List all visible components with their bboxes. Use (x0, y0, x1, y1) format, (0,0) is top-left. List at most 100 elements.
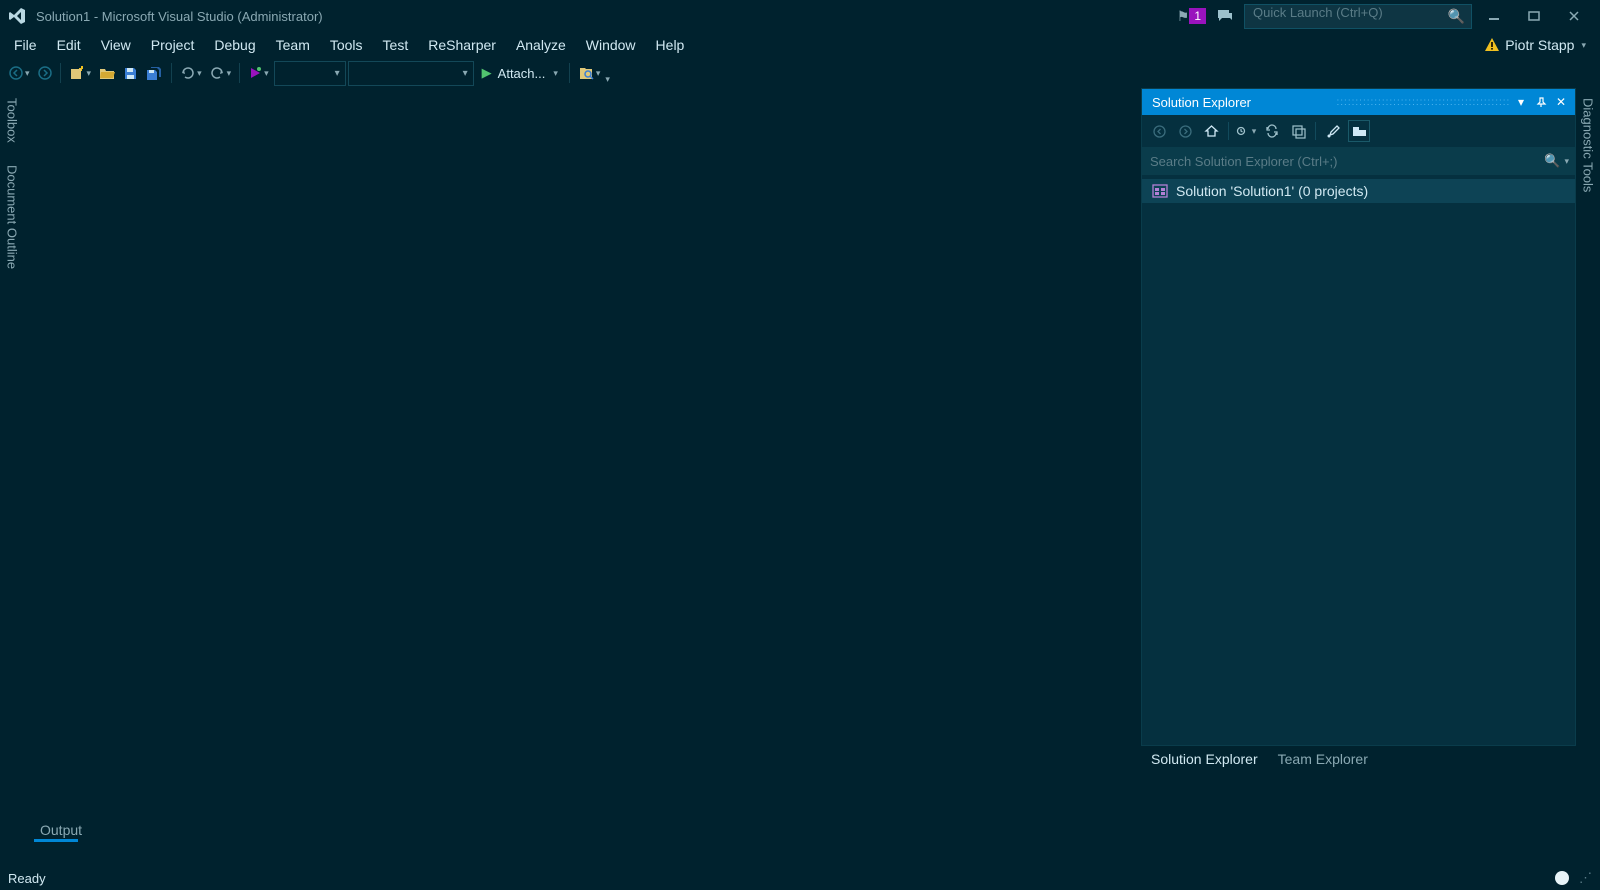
left-rail: Toolbox Document Outline (0, 88, 24, 866)
menu-team[interactable]: Team (266, 34, 320, 56)
solution-explorer-tabstrip: Solution Explorer Team Explorer (1141, 746, 1576, 772)
chevron-down-icon: ▾ (227, 68, 232, 79)
output-tab[interactable]: Output (32, 820, 90, 840)
restore-button[interactable] (1516, 2, 1552, 30)
chevron-down-icon: ▾ (25, 68, 30, 79)
flag-icon: ⚑ (1177, 8, 1190, 25)
menu-window[interactable]: Window (576, 34, 646, 56)
start-debugging-button[interactable]: ▾ (245, 61, 272, 85)
save-all-button[interactable] (143, 61, 166, 85)
sync-status-icon[interactable] (1555, 871, 1569, 885)
window-position-button[interactable]: ▾ (1511, 92, 1531, 112)
title-bar: Solution1 - Microsoft Visual Studio (Adm… (0, 0, 1600, 32)
solution-config-combo[interactable] (274, 61, 346, 86)
quick-launch-placeholder: Quick Launch (Ctrl+Q) (1253, 5, 1383, 20)
close-panel-button[interactable]: ✕ (1551, 92, 1571, 112)
back-button[interactable] (1148, 120, 1170, 142)
menu-tools[interactable]: Tools (320, 34, 373, 56)
forward-button[interactable] (1174, 120, 1196, 142)
panel-drag-handle[interactable]: ::::::::::::::::::::::::::::::::::::::::… (1337, 97, 1512, 108)
menu-bar: File Edit View Project Debug Team Tools … (0, 32, 1600, 58)
menu-analyze[interactable]: Analyze (506, 34, 576, 56)
right-rail: Diagnostic Tools (1576, 88, 1600, 866)
sync-active-document-button[interactable] (1261, 120, 1283, 142)
find-in-files-button[interactable]: ▾ (575, 61, 604, 85)
quick-launch-input[interactable]: Quick Launch (Ctrl+Q) 🔍 (1244, 4, 1472, 29)
menu-test[interactable]: Test (373, 34, 419, 56)
chevron-down-icon: ▾ (197, 68, 202, 79)
solution-tree[interactable]: Solution 'Solution1' (0 projects) (1142, 175, 1575, 745)
warning-icon (1484, 37, 1500, 53)
toolbar-separator (1228, 122, 1229, 140)
main-area: Toolbox Document Outline Solution Explor… (0, 88, 1600, 866)
redo-button[interactable]: ▾ (207, 61, 235, 85)
diagnostic-tools-tab[interactable]: Diagnostic Tools (1579, 94, 1598, 196)
search-icon: 🔍 (1544, 153, 1560, 169)
open-file-button[interactable] (96, 61, 118, 85)
chevron-down-icon: ▾ (1581, 40, 1586, 51)
new-project-button[interactable]: ▾ (66, 61, 95, 85)
menu-debug[interactable]: Debug (204, 34, 265, 56)
properties-button[interactable] (1322, 120, 1344, 142)
window-title: Solution1 - Microsoft Visual Studio (Adm… (36, 9, 323, 24)
attach-label: Attach... (498, 66, 546, 81)
tab-solution-explorer[interactable]: Solution Explorer (1141, 746, 1268, 772)
solution-icon (1152, 183, 1168, 199)
chevron-down-icon: ▾ (1564, 156, 1569, 167)
user-name: Piotr Stapp (1505, 37, 1574, 53)
chevron-down-icon: ▾ (87, 68, 92, 79)
chevron-down-icon: ▾ (596, 68, 601, 79)
toolbar-separator (239, 63, 240, 83)
chevron-down-icon: ▾ (1252, 126, 1257, 137)
search-icon: 🔍 (1448, 8, 1465, 25)
toolbar-separator (569, 63, 570, 83)
menu-view[interactable]: View (91, 34, 141, 56)
menu-edit[interactable]: Edit (47, 34, 91, 56)
chevron-down-icon: ▾ (264, 68, 269, 79)
notifications-button[interactable]: ⚑ 1 (1177, 8, 1206, 25)
attach-button[interactable]: ▶ Attach... ▾ (476, 65, 564, 81)
document-outline-tab[interactable]: Document Outline (3, 161, 22, 273)
solution-explorer-toolbar: ▾ (1142, 115, 1575, 147)
play-icon: ▶ (482, 65, 492, 81)
toolbar-separator (171, 63, 172, 83)
nav-forward-button[interactable] (35, 61, 55, 85)
resize-grip-icon[interactable]: ⋰ (1579, 870, 1592, 886)
user-menu[interactable]: Piotr Stapp ▾ (1484, 37, 1596, 53)
chevron-down-icon: ▾ (553, 68, 558, 79)
tab-team-explorer[interactable]: Team Explorer (1268, 746, 1378, 772)
undo-button[interactable]: ▾ (177, 61, 205, 85)
menu-project[interactable]: Project (141, 34, 205, 56)
preview-selected-button[interactable] (1348, 120, 1370, 142)
toolbar: ▾ ▾ ▾ ▾ ▾ ▶ Attach... ▾ ▾ (0, 58, 1600, 88)
close-button[interactable] (1556, 2, 1592, 30)
save-button[interactable] (120, 61, 141, 85)
minimize-button[interactable] (1476, 2, 1512, 30)
search-input[interactable] (1148, 153, 1544, 170)
status-text: Ready (8, 871, 46, 886)
menu-help[interactable]: Help (646, 34, 695, 56)
notification-count-badge: 1 (1189, 8, 1206, 24)
solution-explorer-search[interactable]: 🔍 ▾ (1142, 147, 1575, 175)
solution-explorer-title: Solution Explorer (1152, 95, 1327, 110)
menu-resharper[interactable]: ReSharper (418, 34, 506, 56)
toolbox-tab[interactable]: Toolbox (3, 94, 22, 147)
vs-logo-icon (4, 3, 30, 29)
solution-platform-combo[interactable] (348, 61, 474, 86)
toolbar-overflow-icon[interactable]: ▾ (605, 74, 610, 85)
solution-root-label: Solution 'Solution1' (0 projects) (1176, 183, 1368, 199)
pin-button[interactable] (1531, 92, 1551, 112)
nav-back-button[interactable]: ▾ (6, 61, 33, 85)
feedback-icon[interactable] (1216, 7, 1234, 25)
solution-explorer-panel: Solution Explorer ::::::::::::::::::::::… (1141, 88, 1576, 746)
solution-root-node[interactable]: Solution 'Solution1' (0 projects) (1142, 179, 1575, 203)
solution-explorer-header[interactable]: Solution Explorer ::::::::::::::::::::::… (1142, 89, 1575, 115)
pending-changes-filter-button[interactable]: ▾ (1235, 120, 1257, 142)
menu-file[interactable]: File (4, 34, 47, 56)
home-button[interactable] (1200, 120, 1222, 142)
output-tab-indicator (34, 839, 78, 842)
refresh-button[interactable] (1287, 120, 1309, 142)
status-bar: Ready ⋰ (0, 866, 1600, 890)
toolbar-separator (60, 63, 61, 83)
toolbar-separator (1315, 122, 1316, 140)
